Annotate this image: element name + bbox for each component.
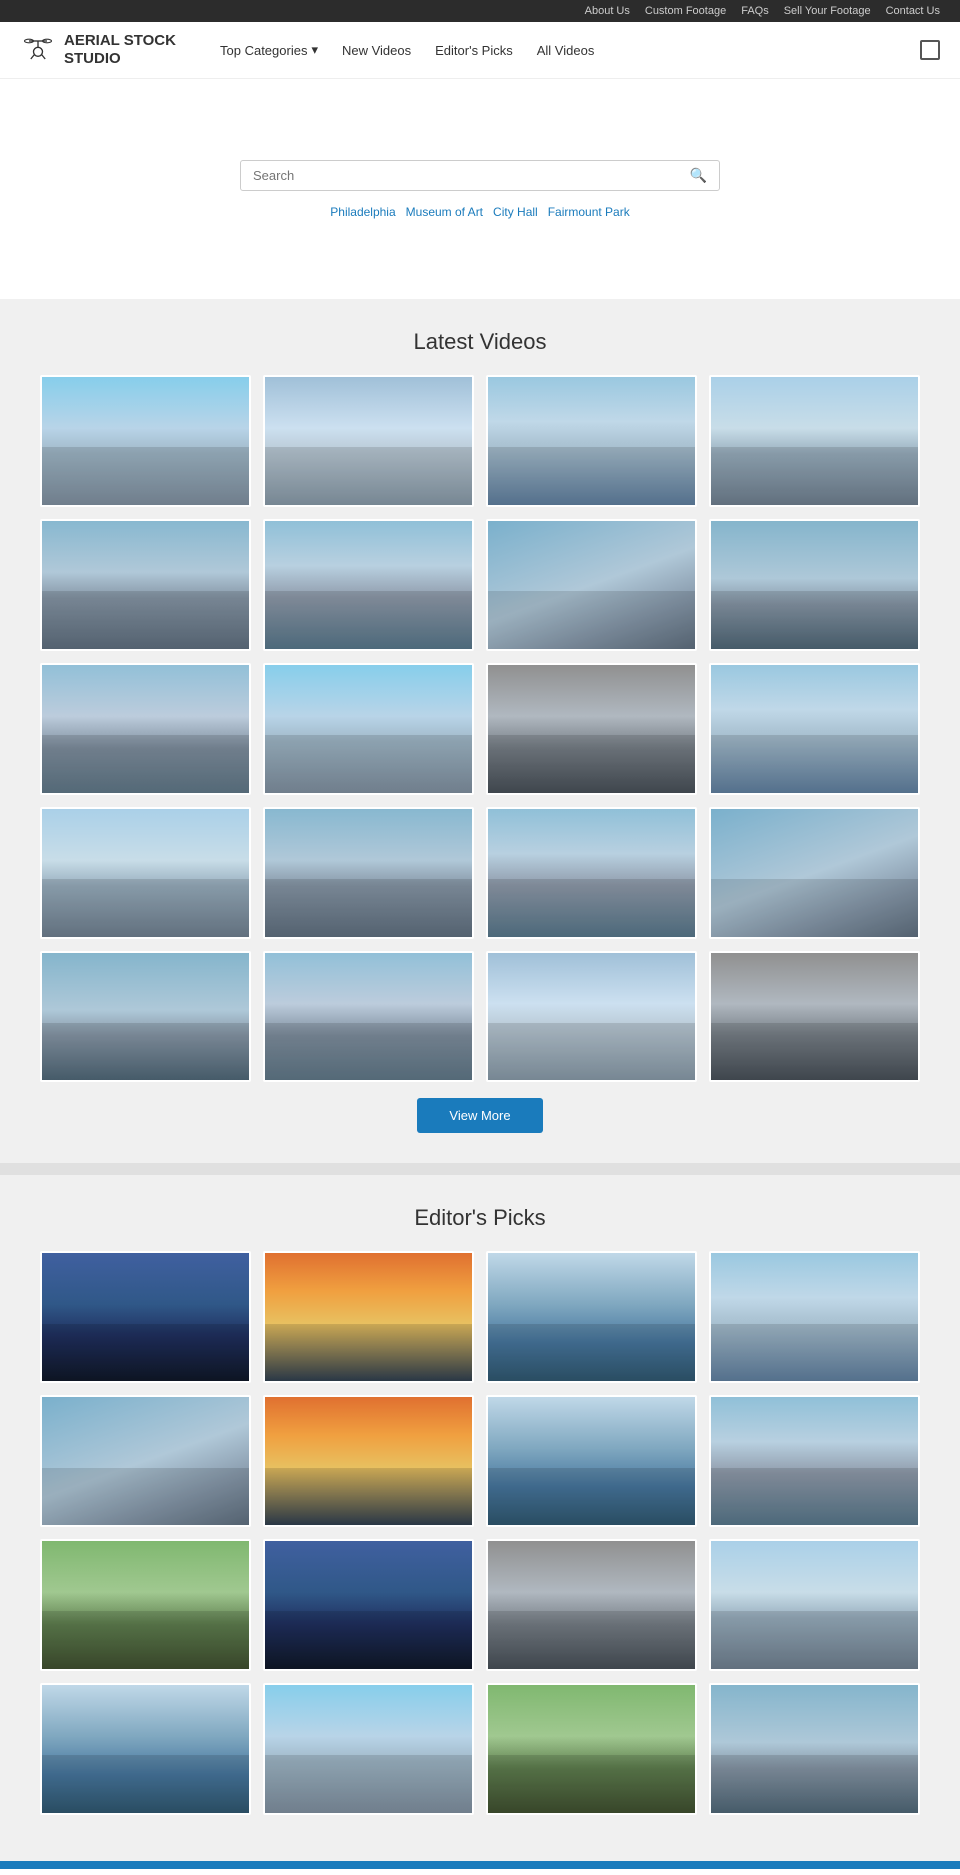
main-nav: Top Categories ▾ New Videos Editor's Pic… bbox=[220, 42, 920, 58]
nav-item-categories[interactable]: Top Categories ▾ bbox=[220, 42, 318, 58]
top-link-faqs[interactable]: FAQs bbox=[741, 5, 769, 17]
search-tags: Philadelphia Museum of Art City Hall Fai… bbox=[330, 205, 629, 219]
video-thumb[interactable] bbox=[709, 951, 920, 1083]
search-submit-button[interactable]: 🔍 bbox=[690, 167, 707, 184]
logo-text: AERIAL STOCK STUDIO bbox=[64, 32, 176, 68]
header-right bbox=[920, 40, 940, 60]
nav-item-new-videos[interactable]: New Videos bbox=[342, 43, 411, 58]
header: AERIAL STOCK STUDIO Top Categories ▾ New… bbox=[0, 22, 960, 79]
editors-picks-section: Editor's Picks bbox=[0, 1175, 960, 1861]
section-divider bbox=[0, 1163, 960, 1175]
video-thumb[interactable] bbox=[40, 519, 251, 651]
video-thumb[interactable] bbox=[263, 1395, 474, 1527]
video-thumb[interactable] bbox=[40, 1683, 251, 1815]
video-thumb[interactable] bbox=[709, 663, 920, 795]
search-tag-fairmount[interactable]: Fairmount Park bbox=[548, 205, 630, 219]
nav-item-all-videos[interactable]: All Videos bbox=[537, 43, 595, 58]
video-thumb[interactable] bbox=[40, 1251, 251, 1383]
video-thumb[interactable] bbox=[486, 807, 697, 939]
video-thumb[interactable] bbox=[40, 375, 251, 507]
nav-item-editors-picks[interactable]: Editor's Picks bbox=[435, 43, 513, 58]
video-thumb[interactable] bbox=[40, 1539, 251, 1671]
search-tag-cityhall[interactable]: City Hall bbox=[493, 205, 538, 219]
video-thumb[interactable] bbox=[40, 663, 251, 795]
top-bar: About Us Custom Footage FAQs Sell Your F… bbox=[0, 0, 960, 22]
cart-icon[interactable] bbox=[920, 40, 940, 60]
video-thumb[interactable] bbox=[40, 807, 251, 939]
video-thumb[interactable] bbox=[486, 663, 697, 795]
video-thumb[interactable] bbox=[263, 663, 474, 795]
video-thumb[interactable] bbox=[486, 951, 697, 1083]
top-link-about[interactable]: About Us bbox=[585, 5, 630, 17]
latest-videos-section: Latest Videos View More bbox=[0, 299, 960, 1163]
video-thumb[interactable] bbox=[263, 951, 474, 1083]
hero-section: 🔍 Philadelphia Museum of Art City Hall F… bbox=[0, 79, 960, 299]
video-thumb[interactable] bbox=[263, 1683, 474, 1815]
video-thumb[interactable] bbox=[709, 807, 920, 939]
video-thumb[interactable] bbox=[263, 807, 474, 939]
bottom-bar bbox=[0, 1861, 960, 1869]
editors-picks-grid bbox=[40, 1251, 920, 1815]
top-link-custom[interactable]: Custom Footage bbox=[645, 5, 726, 17]
editors-picks-title: Editor's Picks bbox=[40, 1205, 920, 1231]
search-bar: 🔍 bbox=[240, 160, 720, 191]
latest-videos-title: Latest Videos bbox=[40, 329, 920, 355]
logo[interactable]: AERIAL STOCK STUDIO bbox=[20, 32, 220, 68]
top-link-contact[interactable]: Contact Us bbox=[886, 5, 940, 17]
top-link-sell[interactable]: Sell Your Footage bbox=[784, 5, 871, 17]
latest-videos-grid bbox=[40, 375, 920, 1082]
video-thumb[interactable] bbox=[486, 1395, 697, 1527]
video-thumb[interactable] bbox=[709, 1683, 920, 1815]
video-thumb[interactable] bbox=[709, 1539, 920, 1671]
view-more-button[interactable]: View More bbox=[417, 1098, 542, 1133]
search-tag-museum[interactable]: Museum of Art bbox=[406, 205, 483, 219]
video-thumb[interactable] bbox=[263, 375, 474, 507]
video-thumb[interactable] bbox=[263, 519, 474, 651]
video-thumb[interactable] bbox=[486, 1539, 697, 1671]
video-thumb[interactable] bbox=[263, 1539, 474, 1671]
video-thumb[interactable] bbox=[486, 1251, 697, 1383]
video-thumb[interactable] bbox=[263, 1251, 474, 1383]
video-thumb[interactable] bbox=[40, 951, 251, 1083]
video-thumb[interactable] bbox=[709, 519, 920, 651]
video-thumb[interactable] bbox=[486, 1683, 697, 1815]
video-thumb[interactable] bbox=[709, 375, 920, 507]
drone-icon bbox=[20, 32, 56, 68]
video-thumb[interactable] bbox=[40, 1395, 251, 1527]
video-thumb[interactable] bbox=[709, 1395, 920, 1527]
video-thumb[interactable] bbox=[486, 519, 697, 651]
video-thumb[interactable] bbox=[709, 1251, 920, 1383]
search-tag-philadelphia[interactable]: Philadelphia bbox=[330, 205, 395, 219]
video-thumb[interactable] bbox=[486, 375, 697, 507]
dropdown-arrow-icon: ▾ bbox=[311, 42, 318, 58]
search-input[interactable] bbox=[253, 168, 690, 183]
